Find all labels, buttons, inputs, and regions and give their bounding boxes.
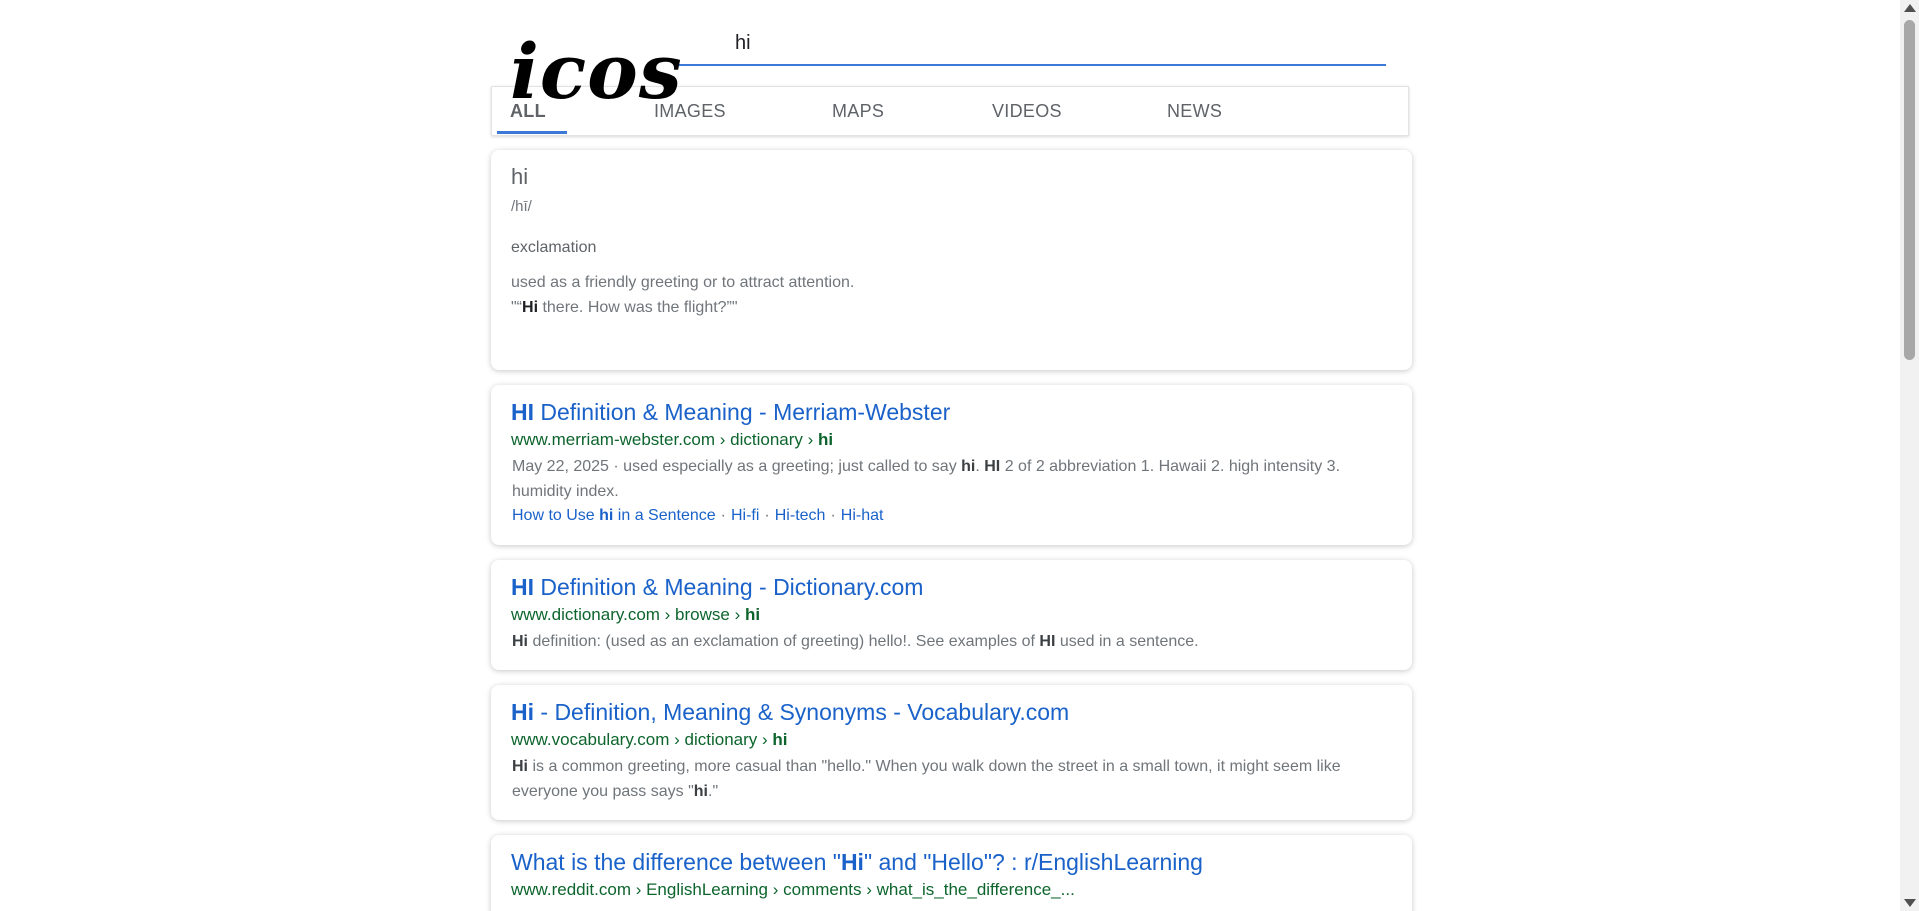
search-input[interactable] [678,22,1386,66]
result-title-link[interactable]: HI Definition & Meaning - Dictionary.com [511,574,923,601]
result-title-link[interactable]: Hi - Definition, Meaning & Synonyms - Vo… [511,699,1069,726]
tab-maps[interactable]: MAPS [832,101,884,122]
result-sitelinks: How to Use hi in a Sentence · Hi-fi · Hi-tec… [512,507,884,524]
dictionary-definition: used as a friendly greeting or to attrac… [511,274,855,291]
search-result: HI Definition & Meaning - Dictionary.com… [491,560,1412,670]
sitelink-how-to-use[interactable]: How to Use hi in a Sentence [512,507,716,524]
result-snippet: Hi definition: (used as an exclamation o… [512,633,1199,650]
result-url: www.vocabulary.com › dictionary › hi [511,730,788,749]
dictionary-word: hi [511,164,529,189]
vertical-scrollbar[interactable] [1900,0,1919,911]
dictionary-example: "“Hi there. How was the flight?”" [511,299,738,316]
result-title-link[interactable]: What is the difference between "Hi" and … [511,849,1203,876]
result-url: www.dictionary.com › browse › hi [511,605,761,624]
dictionary-part-of-speech: exclamation [511,239,597,256]
tab-videos[interactable]: VIDEOS [992,101,1062,122]
dictionary-pronunciation: /hī/ [511,198,532,215]
result-url: www.merriam-webster.com › dictionary › h… [511,430,834,449]
scroll-up-arrow-icon[interactable] [1904,4,1916,12]
site-logo[interactable]: icos [510,34,683,110]
active-tab-indicator [497,131,567,134]
search-result: HI Definition & Meaning - Merriam-Webste… [491,385,1412,545]
scroll-down-arrow-icon[interactable] [1904,899,1916,907]
dictionary-card: hi /hī/ exclamation used as a friendly g… [491,150,1412,370]
result-url: www.reddit.com › EnglishLearning › comme… [511,880,1075,899]
result-snippet: May 22, 2025 · used especially as a gree… [512,458,1341,500]
result-snippet: Hi is a common greeting, more casual tha… [512,758,1341,800]
search-result: Hi - Definition, Meaning & Synonyms - Vo… [491,685,1412,820]
search-results-page: icos ALL IMAGES MAPS VIDEOS NEWS hi /hī/… [0,0,1900,911]
sitelink-hi-fi[interactable]: Hi-fi [731,507,759,524]
tab-news[interactable]: NEWS [1167,101,1222,122]
sitelink-hi-tech[interactable]: Hi-tech [775,507,826,524]
sitelink-hi-hat[interactable]: Hi-hat [841,507,884,524]
result-title-link[interactable]: HI Definition & Meaning - Merriam-Webste… [511,399,950,426]
search-result: What is the difference between "Hi" and … [491,835,1412,911]
scrollbar-thumb[interactable] [1904,20,1915,360]
